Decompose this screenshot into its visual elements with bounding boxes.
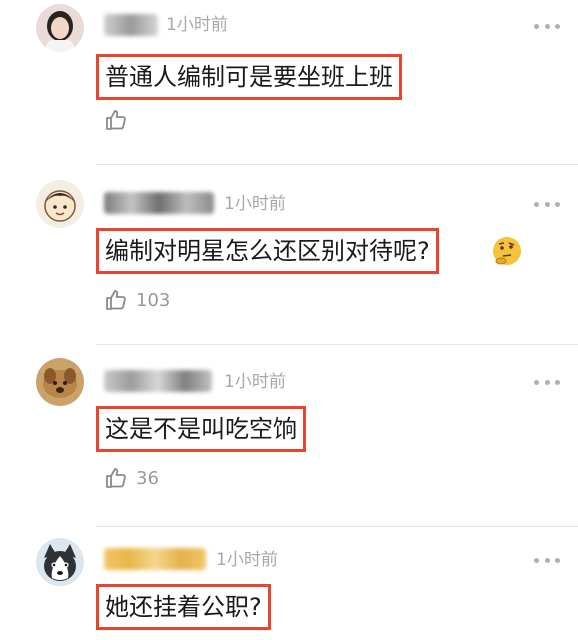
comment-time: 1小时前 [224,372,286,392]
avatar-husky-icon[interactable] [36,538,84,586]
comment-text: 这是不是叫吃空饷 [96,406,306,452]
like-button[interactable]: 103 [104,288,170,312]
comment-time: 1小时前 [216,550,278,570]
username-blurred[interactable] [104,370,212,392]
more-options-icon[interactable] [534,22,560,30]
username-blurred[interactable] [104,192,214,214]
username-blurred[interactable] [104,14,158,36]
like-count: 36 [136,467,159,489]
avatar-cartoon-icon[interactable] [36,180,84,228]
like-button[interactable] [104,108,136,132]
more-options-icon[interactable] [534,556,560,564]
divider [96,164,578,165]
divider [96,344,578,345]
comment-text: 普通人编制可是要坐班上班 [96,54,402,100]
avatar-woman-icon[interactable] [36,4,84,52]
more-options-icon[interactable] [534,378,560,386]
username-blurred[interactable] [104,548,206,570]
comment-time: 1小时前 [166,15,228,35]
thumbs-up-icon [106,468,126,488]
comment-time: 1小时前 [224,194,286,214]
thumbs-up-icon [106,110,126,130]
comment-list: 1小时前 普通人编制可是要坐班上班 1小时前 编制对明星怎么还区别对待呢? 10… [0,0,578,640]
more-options-icon[interactable] [534,200,560,208]
divider [96,526,578,527]
comment-text: 编制对明星怎么还区别对待呢? [96,228,439,274]
like-count: 103 [136,289,171,311]
avatar-dog-icon[interactable] [36,358,84,406]
like-button[interactable]: 36 [104,466,159,490]
thumbs-up-icon [106,290,126,310]
thinking-face-icon [493,237,521,265]
comment-text: 她还挂着公职? [96,584,271,630]
